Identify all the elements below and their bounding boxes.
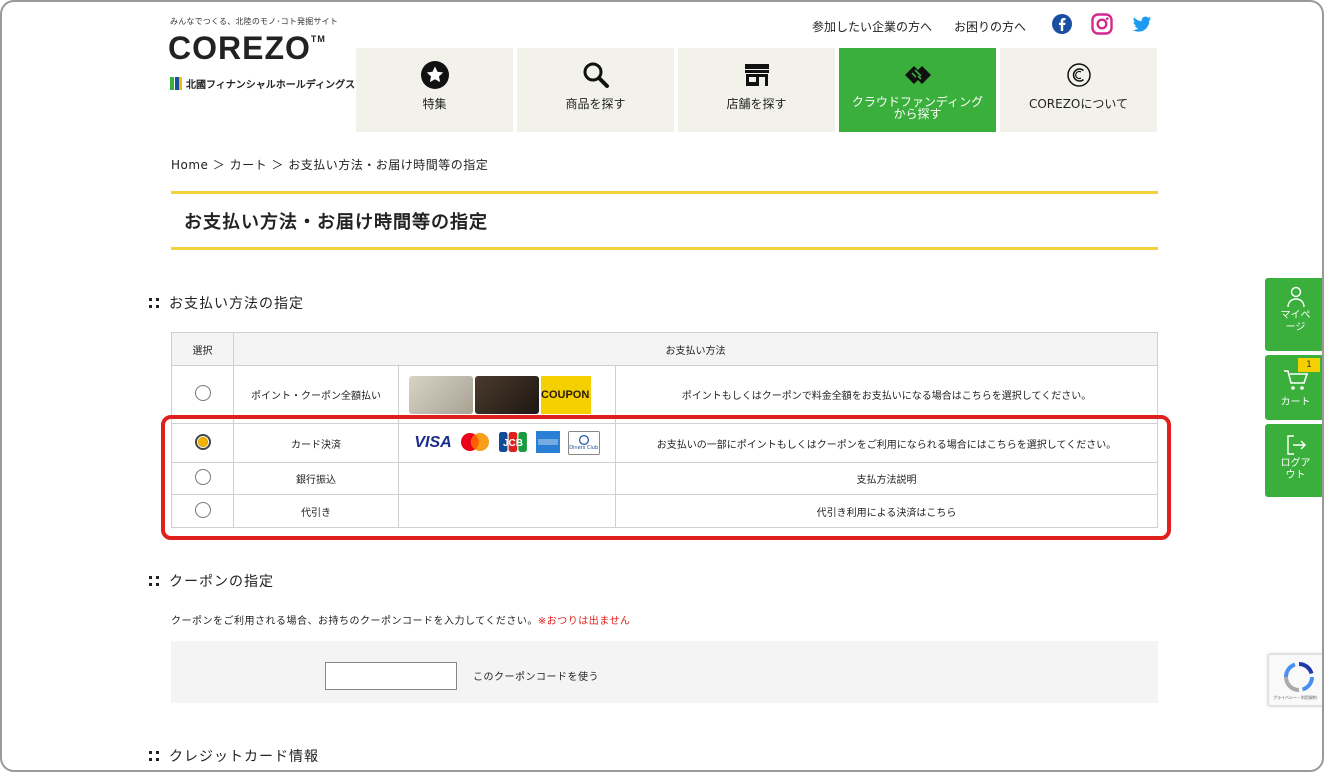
table-row[interactable]: 代引き 代引き利用による決済はこちら [171, 494, 1158, 528]
visa-icon: VISA [414, 434, 452, 451]
table-header-row: 選択 お支払い方法 [171, 332, 1158, 366]
method-desc: お支払いの一部にポイントもしくはクーポンをご利用になられる場合にはこちらを選択し… [615, 423, 1158, 463]
method-name: 銀行振込 [233, 462, 399, 495]
coupon-heading: クーポンの指定 [149, 571, 274, 591]
side-cart[interactable]: 1 カート [1265, 355, 1322, 420]
coupon-form: このクーポンコードを使う [171, 641, 1158, 703]
browser-frame: みんなでつくる、北陸のモノ･コト発掘サイト COREZOTM 北國フィナンシャル… [0, 0, 1324, 772]
section-dots-icon [149, 575, 161, 587]
help-link[interactable]: お困りの方へ [954, 18, 1026, 35]
group-name: 北國フィナンシャルホールディングス [170, 76, 355, 91]
card-images: COUPON [398, 365, 616, 424]
method-name: ポイント・クーポン全額払い [233, 365, 399, 424]
breadcrumb: Home ＞ カート ＞ お支払い方法・お届け時間等の指定 [171, 158, 489, 172]
black-card-image [475, 375, 539, 414]
store-icon [742, 60, 772, 90]
recaptcha-icon [1283, 661, 1315, 697]
cart-icon [1265, 369, 1322, 391]
star-circle-icon [420, 60, 450, 90]
coupon-warning: ※おつりは出ません [537, 616, 631, 627]
radio-point-coupon[interactable] [194, 385, 211, 401]
mastercard-icon [460, 432, 490, 455]
payment-heading: お支払い方法の指定 [149, 293, 304, 313]
nav-crowdfunding[interactable]: クラウドファンディング から探す [839, 48, 996, 132]
nav-search-stores[interactable]: 店舗を探す [678, 48, 835, 132]
payment-table: 選択 お支払い方法 ポイント・クーポン全額払い COUPON ポイントもしくはク… [171, 332, 1158, 528]
main-nav: 特集 商品を探す 店舗を探す クラウドファンディング から探す COREZOについ… [356, 48, 1157, 132]
recaptcha-badge[interactable]: プライバシー・利用規約 [1268, 654, 1322, 706]
nav-about-corezo[interactable]: COREZOについて [1000, 48, 1157, 132]
instagram-icon[interactable] [1091, 13, 1113, 35]
coupon-badge: COUPON [541, 375, 591, 414]
card-brands: VISA JCB Diners Club [398, 423, 616, 463]
jcb-icon: JCB [498, 431, 528, 456]
side-mypage[interactable]: マイペ ージ [1265, 278, 1322, 351]
section-dots-icon [149, 750, 161, 762]
handshake-icon [903, 60, 933, 90]
radio-cod[interactable] [194, 501, 211, 518]
site-tagline: みんなでつくる、北陸のモノ･コト発掘サイト [170, 17, 339, 26]
method-name: カード決済 [233, 423, 399, 463]
table-row[interactable]: カード決済 VISA JCB Diners Club お支払いの一部にポイントも… [171, 423, 1158, 463]
amex-icon [535, 430, 560, 456]
nav-search-products[interactable]: 商品を探す [517, 48, 674, 132]
gold-card-image [409, 375, 473, 414]
facebook-icon[interactable] [1051, 13, 1073, 35]
section-dots-icon [149, 297, 161, 309]
use-coupon-label[interactable]: このクーポンコードを使う [473, 668, 599, 683]
method-name: 代引き [233, 494, 399, 528]
radio-card[interactable] [194, 433, 211, 450]
twitter-icon[interactable] [1131, 13, 1153, 35]
radio-bank-transfer[interactable] [194, 469, 211, 485]
nav-features[interactable]: 特集 [356, 48, 513, 132]
col-method: お支払い方法 [233, 332, 1158, 366]
cart-count-badge: 1 [1298, 358, 1320, 372]
for-companies-link[interactable]: 参加したい企業の方へ [812, 18, 932, 35]
recaptcha-text[interactable]: プライバシー・利用規約 [1273, 695, 1317, 701]
search-icon [581, 60, 611, 90]
corezo-c-icon [1064, 60, 1094, 90]
table-row[interactable]: 銀行振込 支払方法説明 [171, 462, 1158, 495]
page-title: お支払い方法・お届け時間等の指定 [171, 191, 1158, 250]
logout-icon [1265, 434, 1322, 456]
side-logout[interactable]: ログア ウト [1265, 424, 1322, 497]
credit-heading: クレジットカード情報 [149, 746, 319, 766]
sns-links [1051, 13, 1153, 35]
col-select: 選択 [171, 332, 234, 366]
method-desc: 代引き利用による決済はこちら [615, 494, 1158, 528]
user-icon [1265, 286, 1322, 308]
top-links: 参加したい企業の方へ お困りの方へ [812, 18, 1026, 35]
method-desc: 支払方法説明 [615, 462, 1158, 495]
diners-icon: Diners Club [567, 431, 600, 455]
coupon-instructions: クーポンをご利用される場合、お持ちのクーポンコードを入力してください。※おつりは… [171, 616, 631, 627]
coupon-code-input[interactable] [325, 662, 457, 690]
hokkoku-logo-icon [170, 77, 182, 90]
method-desc: ポイントもしくはクーポンで料金全額をお支払いになる場合はこちらを選択してください… [615, 365, 1158, 424]
table-row[interactable]: ポイント・クーポン全額払い COUPON ポイントもしくはクーポンで料金全額をお… [171, 365, 1158, 424]
svg-text:JCB: JCB [503, 438, 523, 449]
corezo-logo[interactable]: COREZOTM [168, 30, 326, 67]
